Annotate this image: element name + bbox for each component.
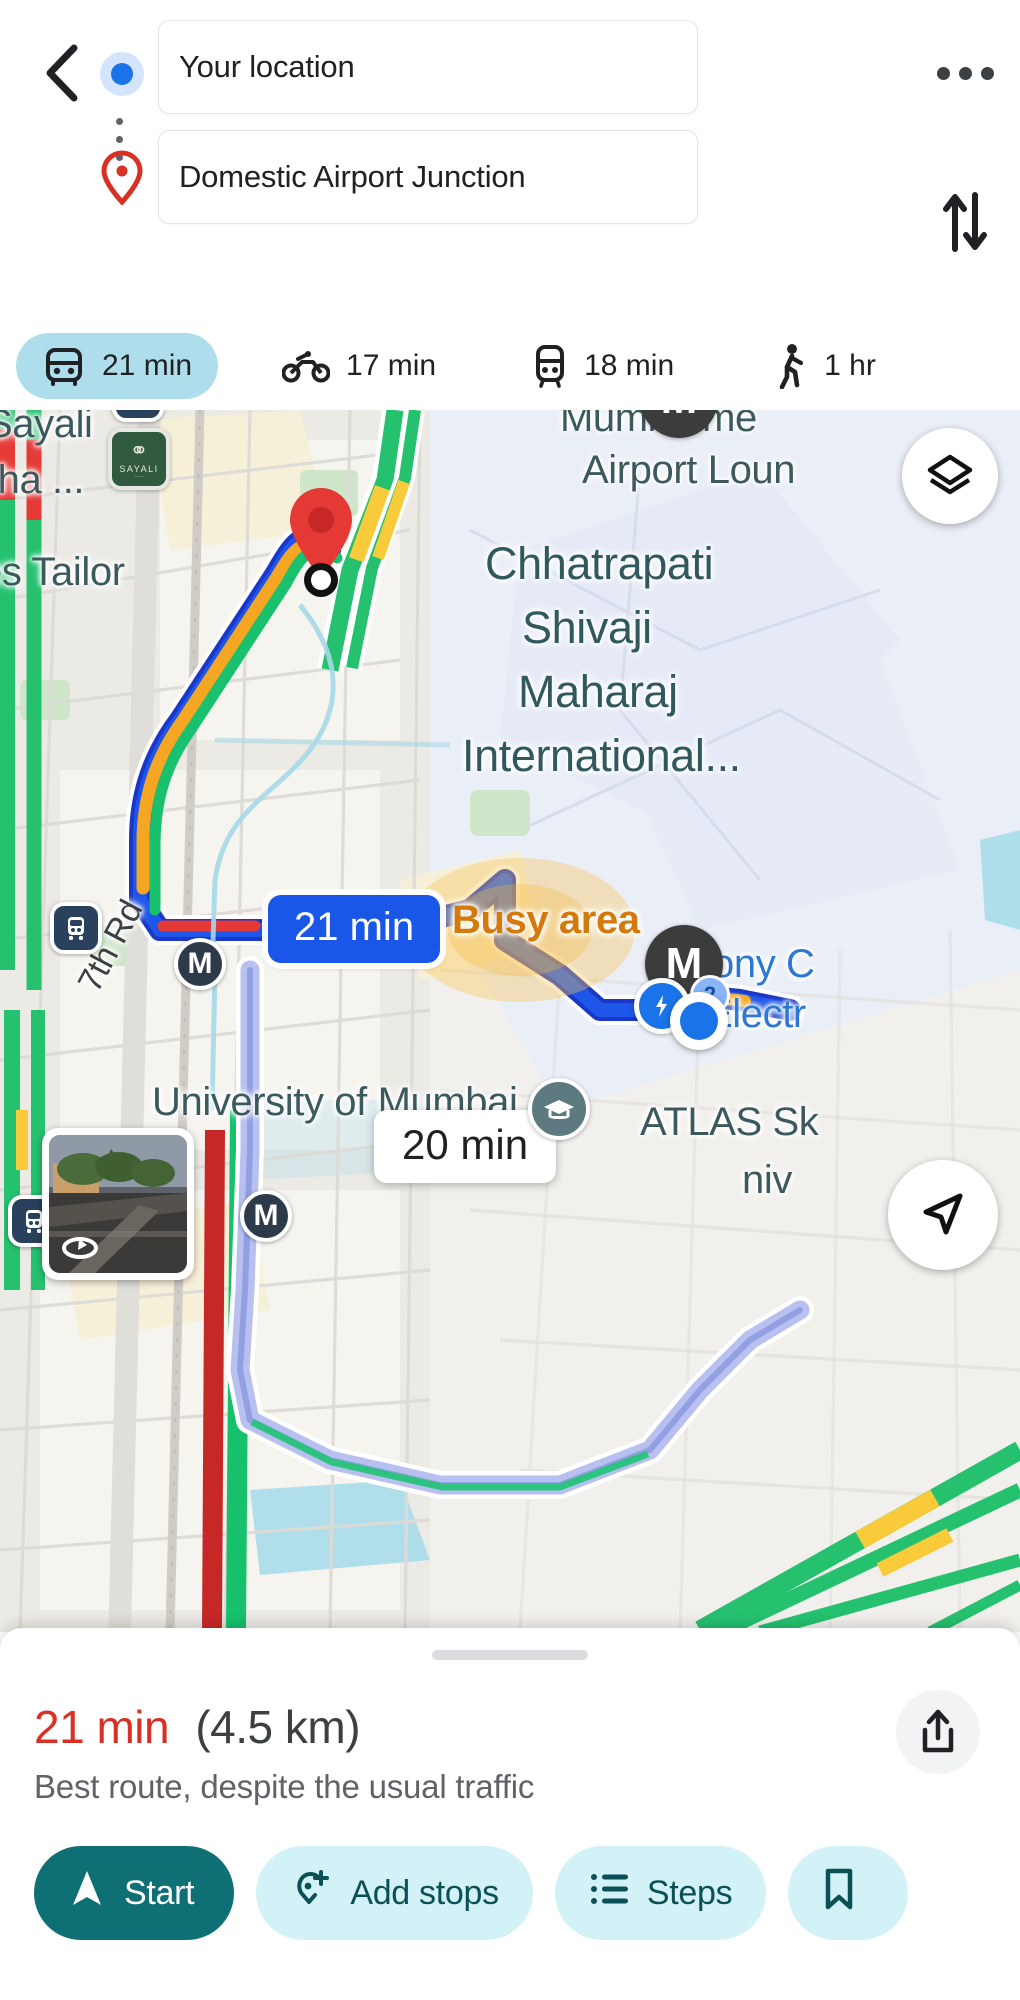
list-icon [589, 1871, 629, 1916]
share-route-button[interactable] [896, 1690, 980, 1774]
route-distance: (4.5 km) [195, 1701, 361, 1753]
route-action-buttons: Start Add stops Steps [34, 1846, 909, 1940]
travel-mode-walking-label: 1 hr [824, 349, 876, 382]
more-options-icon [936, 66, 950, 80]
my-location-dot-icon [670, 992, 728, 1050]
current-location-dot [670, 992, 728, 1050]
origin-input[interactable]: Your location [158, 20, 698, 114]
street-view-image [49, 1135, 187, 1273]
back-button[interactable] [30, 42, 92, 104]
street-view-rotate-icon [59, 1233, 101, 1263]
metro-station-marker-1[interactable]: M [174, 938, 226, 990]
travel-mode-tabs: 21 min 17 min 18 min 1 hr [0, 327, 1020, 405]
route-subtitle: Best route, despite the usual traffic [34, 1768, 535, 1805]
travel-mode-walking[interactable]: 1 hr [748, 333, 902, 399]
add-stops-label: Add stops [350, 1873, 499, 1912]
layers-icon [927, 454, 973, 495]
route-summary-line: 21 min (4.5 km) [34, 1700, 361, 1754]
steps-label: Steps [646, 1873, 733, 1912]
add-stops-button[interactable]: Add stops [256, 1846, 533, 1940]
motorcycle-icon [282, 349, 331, 383]
maps-directions-screen: Your location Domestic Airport Junction [0, 0, 1020, 2000]
metro-station-marker-2[interactable]: M [240, 1190, 292, 1242]
save-route-button[interactable] [788, 1846, 909, 1940]
recenter-navigate-button[interactable] [888, 1160, 998, 1270]
travel-mode-transit-label: 18 min [584, 349, 675, 382]
metro-icon: M [640, 410, 718, 438]
travel-mode-transit[interactable]: 18 min [506, 333, 700, 399]
origin-input-value: Your location [179, 49, 355, 84]
steps-button[interactable]: Steps [554, 1846, 767, 1940]
train-station-icon [50, 902, 102, 954]
university-poi-marker[interactable] [528, 1078, 590, 1140]
walking-icon [774, 343, 808, 389]
add-stop-icon [290, 1868, 332, 1919]
start-navigation-button[interactable]: Start [34, 1846, 235, 1940]
metro-icon: M [240, 1190, 292, 1242]
origin-dot-icon [100, 52, 144, 96]
transit-icon [532, 344, 568, 388]
sayali-poi-label: SAYALI [119, 463, 159, 474]
metro-station-marker-4[interactable]: M [640, 410, 718, 438]
travel-mode-two-wheeler-label: 17 min [346, 349, 437, 382]
start-navigation-label: Start [124, 1873, 195, 1912]
origin-marker [100, 52, 144, 96]
transit-station-marker-1[interactable] [112, 410, 164, 422]
travel-mode-driving-label: 21 min [102, 349, 193, 382]
travel-mode-driving[interactable]: 21 min [16, 333, 219, 399]
route-badge-primary[interactable]: 21 min [268, 895, 441, 963]
navigation-arrow-icon [68, 1867, 106, 1920]
sheet-drag-handle[interactable] [432, 1650, 588, 1660]
travel-mode-two-wheeler[interactable]: 17 min [256, 333, 462, 399]
transit-station-marker-2[interactable] [50, 902, 102, 954]
bookmark-icon [820, 1866, 858, 1921]
swap-vertical-icon [943, 192, 987, 252]
route-summary-sheet: 21 min (4.5 km) Best route, despite the … [0, 1628, 1020, 2000]
destination-pin-icon [100, 150, 144, 206]
street-view-thumbnail[interactable] [42, 1128, 194, 1280]
back-chevron-icon [46, 44, 78, 102]
train-station-icon [112, 410, 164, 422]
map-basemap [0, 410, 1020, 1632]
destination-map-marker[interactable] [278, 480, 364, 600]
metro-icon: M [174, 938, 226, 990]
navigate-arrow-icon [923, 1193, 963, 1235]
share-icon [922, 1709, 954, 1753]
sayali-poi-marker[interactable]: ⚭ SAYALI ─── [108, 428, 170, 490]
swap-endpoints-button[interactable] [932, 182, 998, 262]
directions-header: Your location Domestic Airport Junction [0, 0, 1020, 410]
map-layers-button[interactable] [902, 428, 998, 524]
route-eta: 21 min [34, 1701, 170, 1753]
destination-input[interactable]: Domestic Airport Junction [158, 130, 698, 224]
car-icon [42, 346, 86, 386]
sayali-logo-icon: ⚭ SAYALI ─── [108, 428, 170, 490]
destination-input-value: Domestic Airport Junction [179, 159, 526, 194]
map-canvas[interactable]: Sayali sha ... es Tailor Mumba me Airpor… [0, 410, 1020, 1632]
graduation-cap-icon [528, 1078, 590, 1140]
more-options-button[interactable] [932, 42, 998, 104]
